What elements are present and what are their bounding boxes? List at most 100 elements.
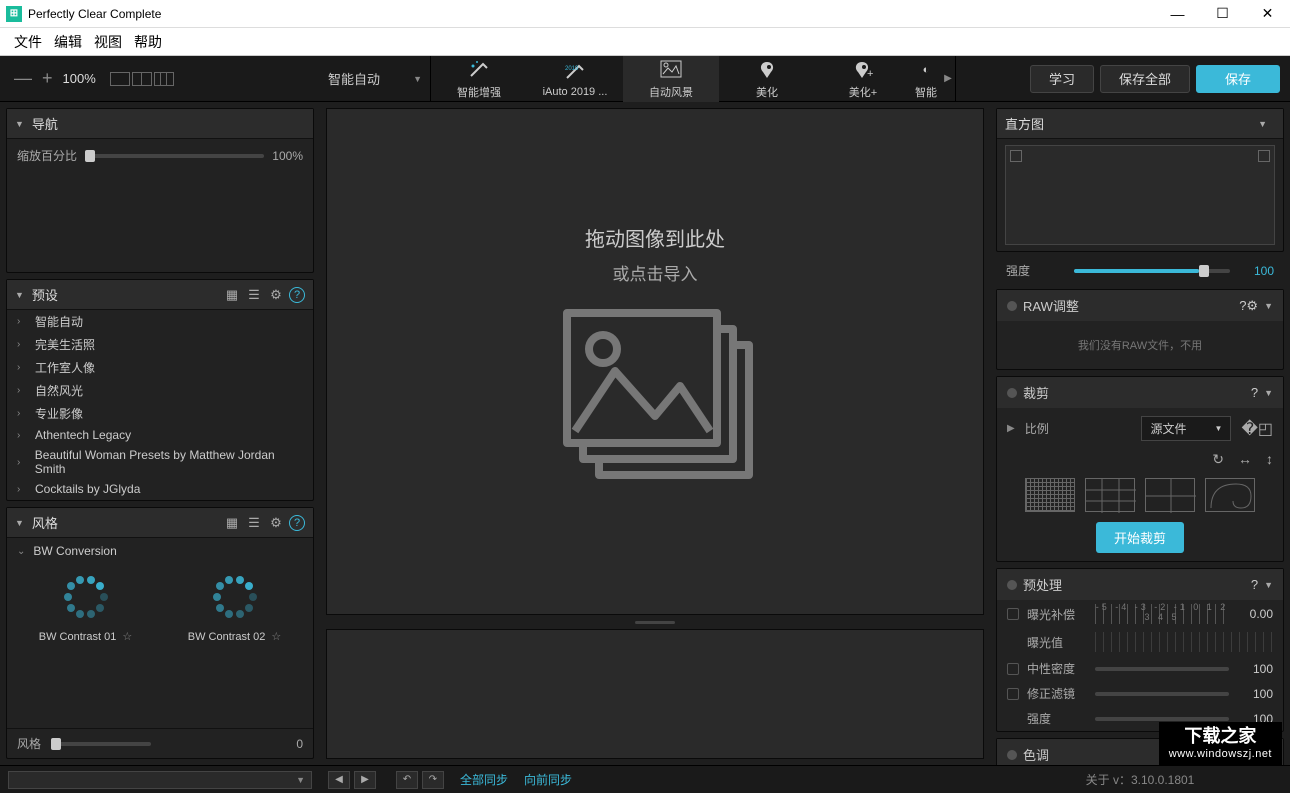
strength-slider[interactable] bbox=[1095, 717, 1229, 721]
help-icon[interactable]: ? bbox=[289, 287, 305, 303]
collapse-icon[interactable]: ▼ bbox=[15, 119, 24, 129]
presets-panel: ▼ 预设 ▦ ☰ ⚙ ? ›智能自动›完美生活照›工作室人像›自然风光›专业影像… bbox=[6, 279, 314, 501]
list-view-icon[interactable]: ☰ bbox=[245, 286, 263, 304]
minimize-button[interactable]: — bbox=[1155, 0, 1200, 28]
sync-forward-link[interactable]: 向前同步 bbox=[524, 771, 572, 788]
gear-icon[interactable]: ⚙ bbox=[267, 286, 285, 304]
crop-grid-spiral[interactable] bbox=[1205, 478, 1255, 512]
toolbar: — + 100% 智能自动▼ 智能增强 2019 iAuto 2019 ... … bbox=[0, 56, 1290, 102]
preset-dropdown[interactable]: 智能自动▼ bbox=[320, 69, 430, 88]
tool-landscape[interactable]: 自动风景 bbox=[623, 56, 719, 102]
list-view-icon[interactable]: ☰ bbox=[245, 514, 263, 532]
splitter-handle[interactable] bbox=[326, 619, 984, 625]
crop-grid-thirds[interactable] bbox=[1085, 478, 1135, 512]
style-tile-1[interactable]: BW Contrast 01☆ bbox=[15, 572, 156, 643]
led-icon bbox=[1007, 580, 1017, 590]
tool-beautify[interactable]: 美化 bbox=[719, 56, 815, 102]
prev-button[interactable]: ◀ bbox=[328, 771, 350, 789]
preset-item[interactable]: ›Athentech Legacy bbox=[7, 425, 313, 445]
preset-item[interactable]: ›工作室人像 bbox=[7, 356, 313, 379]
grid-view-icon[interactable]: ▦ bbox=[223, 286, 241, 304]
crop-icon[interactable]: �◰ bbox=[1241, 419, 1273, 439]
tool-smart[interactable]: ◐ 智能 bbox=[911, 56, 941, 102]
star-icon[interactable]: ☆ bbox=[122, 630, 132, 643]
style-tile-2[interactable]: BW Contrast 02☆ bbox=[164, 572, 305, 643]
preset-item[interactable]: ›自然风光 bbox=[7, 379, 313, 402]
crop-grid-half[interactable] bbox=[1145, 478, 1195, 512]
grid-view-icon[interactable]: ▦ bbox=[223, 514, 241, 532]
collapse-icon[interactable]: ▼ bbox=[1264, 301, 1273, 311]
close-button[interactable]: ✕ bbox=[1245, 0, 1290, 28]
exposure-val-ruler[interactable] bbox=[1095, 632, 1273, 652]
collapse-icon[interactable]: ▼ bbox=[1264, 580, 1273, 590]
neutral-checkbox[interactable] bbox=[1007, 663, 1019, 675]
tool-enhance[interactable]: 智能增强 bbox=[431, 56, 527, 102]
help-icon[interactable]: ? bbox=[1251, 385, 1258, 400]
style-slider[interactable] bbox=[51, 742, 151, 746]
help-icon[interactable]: ? bbox=[1239, 298, 1246, 313]
exposure-ruler[interactable]: -5 -4 -3 -2 -1 0 1 2 3 4 5 bbox=[1095, 604, 1229, 624]
gear-icon[interactable]: ⚙ bbox=[267, 514, 285, 532]
intensity-slider[interactable] bbox=[1074, 269, 1230, 273]
menu-edit[interactable]: 编辑 bbox=[54, 32, 82, 52]
preset-list[interactable]: ›智能自动›完美生活照›工作室人像›自然风光›专业影像›Athentech Le… bbox=[7, 310, 313, 500]
filmstrip[interactable] bbox=[326, 629, 984, 759]
help-icon[interactable]: ? bbox=[1251, 577, 1258, 592]
tool-tabs: 智能增强 2019 iAuto 2019 ... 自动风景 美化 + 美化+ ◐… bbox=[430, 56, 956, 102]
crop-grid-dense[interactable] bbox=[1025, 478, 1075, 512]
lens-checkbox[interactable] bbox=[1007, 688, 1019, 700]
menu-help[interactable]: 帮助 bbox=[134, 32, 162, 52]
drop-line2: 或点击导入 bbox=[613, 260, 698, 285]
preset-item[interactable]: ›Cocktails by JGlyda bbox=[7, 479, 313, 499]
neutral-slider[interactable] bbox=[1095, 667, 1229, 671]
flip-v-icon[interactable]: ↕ bbox=[1266, 451, 1273, 468]
sync-all-link[interactable]: 全部同步 bbox=[460, 771, 508, 788]
collapse-icon[interactable]: ▼ bbox=[15, 290, 24, 300]
flip-h-icon[interactable]: ↔ bbox=[1238, 451, 1252, 468]
help-icon[interactable]: ? bbox=[289, 515, 305, 531]
save-button[interactable]: 保存 bbox=[1196, 65, 1280, 93]
zoom-in-button[interactable]: + bbox=[42, 68, 53, 89]
scale-slider[interactable] bbox=[85, 154, 264, 158]
zoom-out-button[interactable]: — bbox=[14, 68, 32, 89]
menu-view[interactable]: 视图 bbox=[94, 32, 122, 52]
styles-panel: ▼ 风格 ▦ ☰ ⚙ ? ⌄BW Conversion BW Contrast … bbox=[6, 507, 314, 759]
preset-item[interactable]: ›智能自动 bbox=[7, 310, 313, 333]
start-crop-button[interactable]: 开始裁剪 bbox=[1096, 522, 1184, 553]
preset-item[interactable]: ›Beautiful Woman Presets by Matthew Jord… bbox=[7, 445, 313, 479]
exposure-checkbox[interactable] bbox=[1007, 608, 1019, 620]
gear-icon[interactable]: ⚙ bbox=[1246, 298, 1258, 314]
preset-item[interactable]: ›完美生活照 bbox=[7, 333, 313, 356]
clip-shadow-checkbox[interactable] bbox=[1010, 150, 1022, 162]
layout-triple-icon[interactable] bbox=[154, 72, 174, 86]
status-dropdown[interactable]: ▼ bbox=[8, 771, 312, 789]
style-category[interactable]: ⌄BW Conversion bbox=[7, 538, 313, 564]
rotate-icon[interactable]: ↻ bbox=[1212, 451, 1224, 468]
learn-button[interactable]: 学习 bbox=[1030, 65, 1094, 93]
clip-highlight-checkbox[interactable] bbox=[1258, 150, 1270, 162]
redo-button[interactable]: ↷ bbox=[422, 771, 444, 789]
layout-single-icon[interactable] bbox=[110, 72, 130, 86]
collapse-icon[interactable]: ▼ bbox=[1258, 119, 1267, 129]
ratio-dropdown[interactable]: 源文件▼ bbox=[1141, 416, 1231, 441]
lens-slider[interactable] bbox=[1095, 692, 1229, 696]
preset-item[interactable]: ›专业影像 bbox=[7, 402, 313, 425]
collapse-icon[interactable]: ▼ bbox=[15, 518, 24, 528]
maximize-button[interactable]: ☐ bbox=[1200, 0, 1245, 28]
star-icon[interactable]: ☆ bbox=[271, 630, 281, 643]
crop-panel: 裁剪?▼ ▶ 比例 源文件▼ �◰ ↻ ↔ ↕ bbox=[996, 376, 1284, 562]
collapse-icon[interactable]: ▼ bbox=[1264, 388, 1273, 398]
tool-beautify-plus[interactable]: + 美化+ bbox=[815, 56, 911, 102]
canvas-drop-area[interactable]: 拖动图像到此处 或点击导入 bbox=[326, 108, 984, 615]
save-all-button[interactable]: 保存全部 bbox=[1100, 65, 1190, 93]
next-button[interactable]: ▶ bbox=[354, 771, 376, 789]
undo-button[interactable]: ↶ bbox=[396, 771, 418, 789]
layout-split-icon[interactable] bbox=[132, 72, 152, 86]
drop-line1: 拖动图像到此处 bbox=[585, 223, 725, 252]
tool-iauto[interactable]: 2019 iAuto 2019 ... bbox=[527, 56, 623, 102]
tool-scroll-right[interactable]: ▶ bbox=[941, 56, 955, 102]
chevron-right-icon[interactable]: ▶ bbox=[1007, 423, 1015, 434]
menu-file[interactable]: 文件 bbox=[14, 32, 42, 52]
preprocess-panel: 预处理?▼ 曝光补偿-5 -4 -3 -2 -1 0 1 2 3 4 50.00… bbox=[996, 568, 1284, 732]
preset-item[interactable]: ›Fabulous Fireworks bbox=[7, 499, 313, 500]
